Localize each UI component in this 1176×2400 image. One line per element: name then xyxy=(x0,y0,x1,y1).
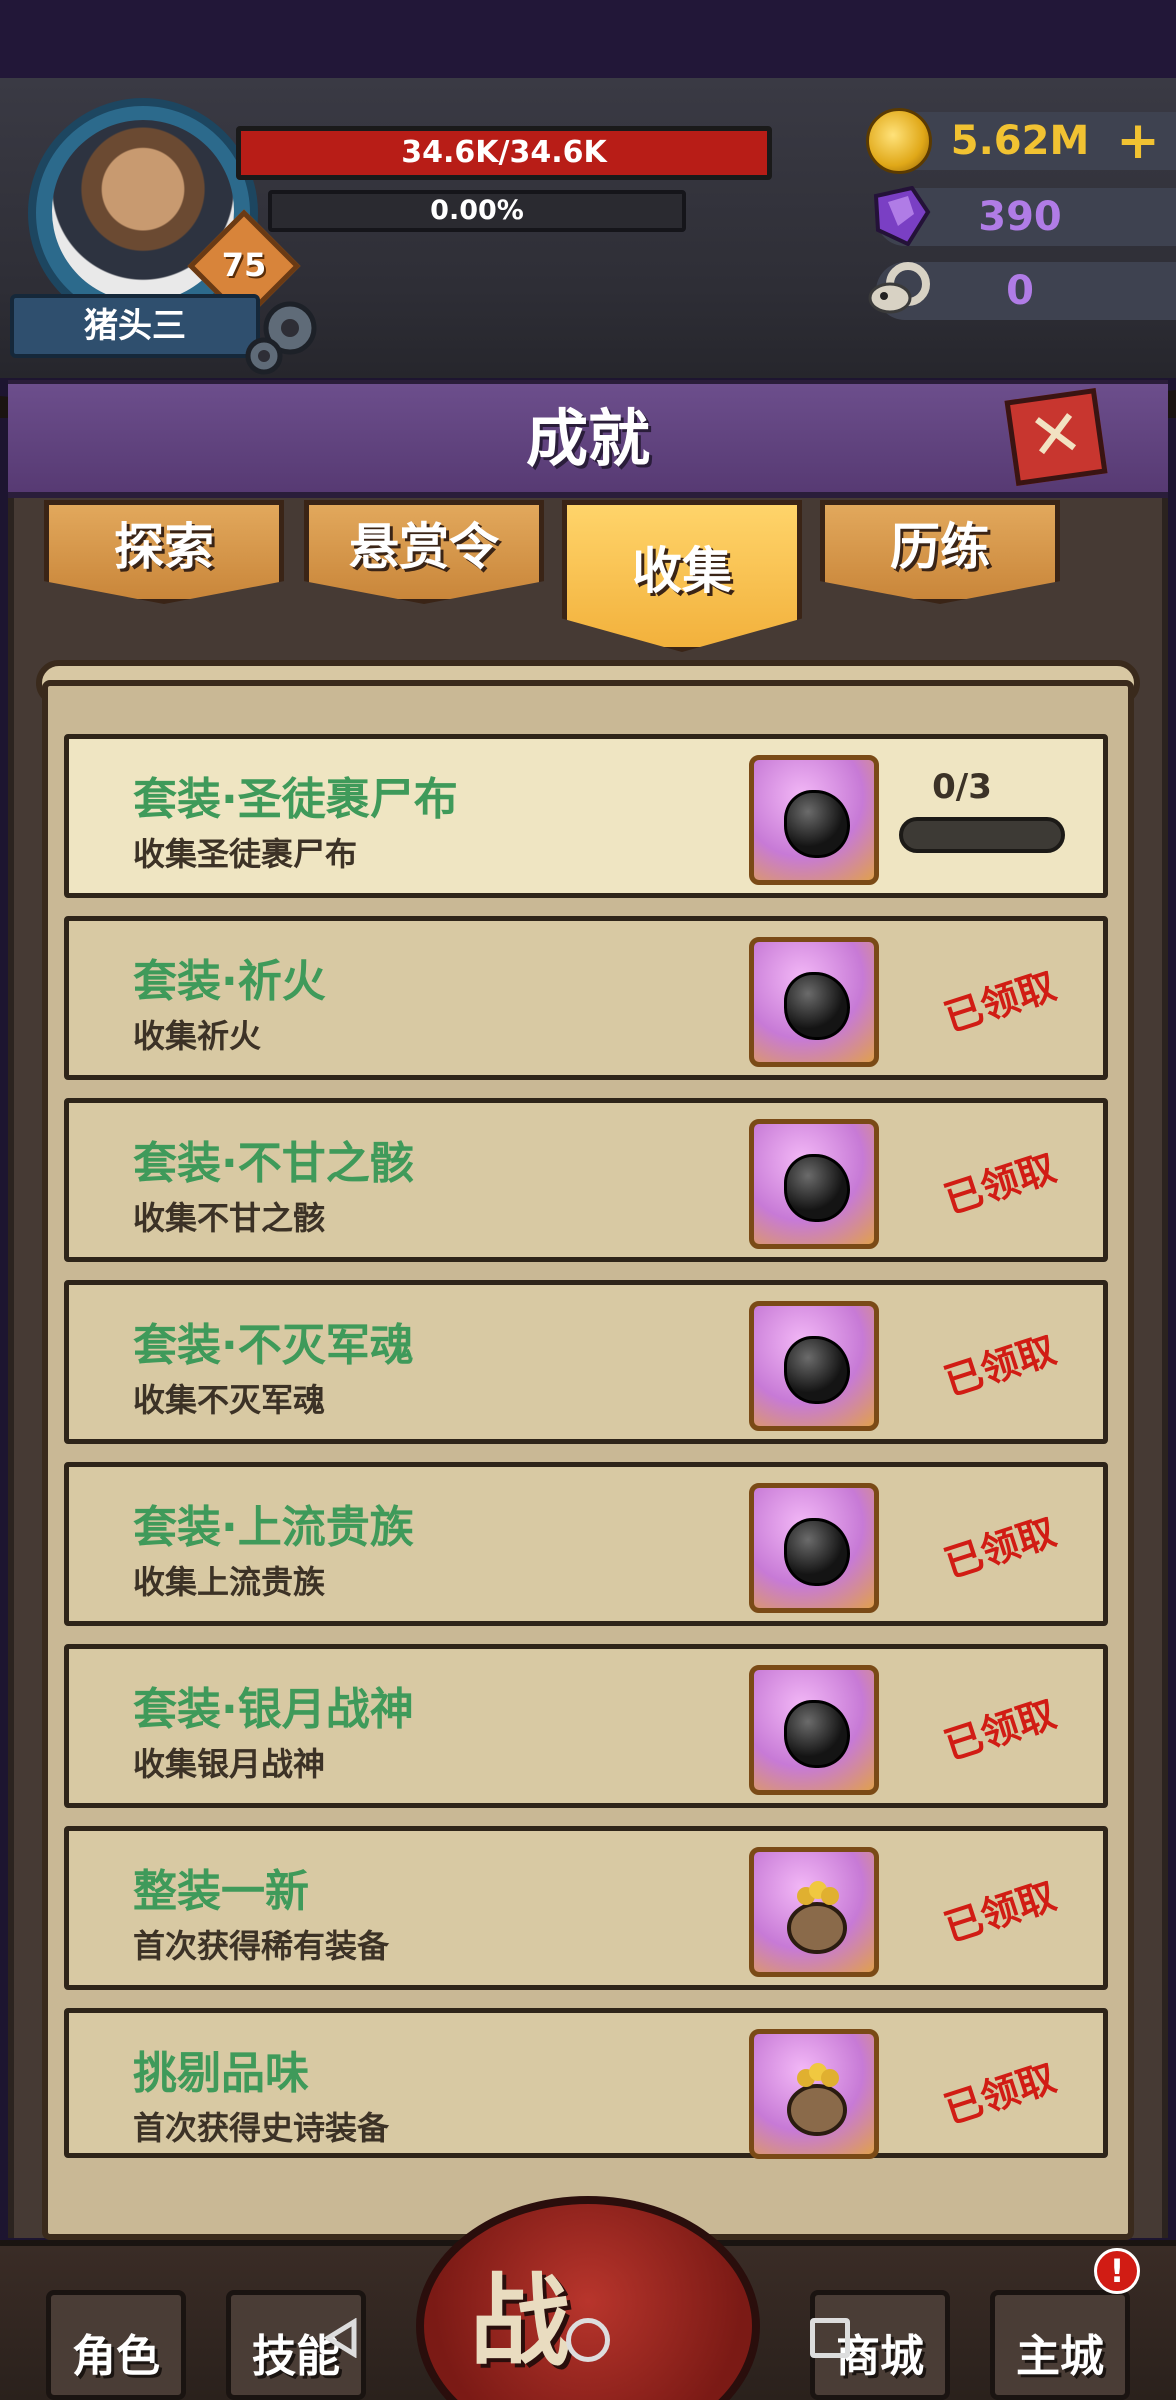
stone-icon xyxy=(784,1154,850,1222)
reward-frame[interactable] xyxy=(749,1483,879,1613)
hp-bar: 34.6K/34.6K xyxy=(236,126,772,180)
achievement-desc: 收集不灭军魂 xyxy=(133,1381,326,1419)
gear-icon[interactable] xyxy=(238,290,328,380)
achievement-row[interactable]: 套装·银月战神 收集银月战神 已领取 xyxy=(64,1644,1108,1808)
reward-frame[interactable] xyxy=(749,1665,879,1795)
coin-bag-icon xyxy=(787,1881,847,1954)
recent-apps-icon[interactable] xyxy=(810,2318,850,2358)
achievement-desc: 收集不甘之骸 xyxy=(133,1199,326,1237)
achievement-scroll[interactable] xyxy=(42,680,1134,2240)
nav-character-label: 角色 xyxy=(72,2331,160,2382)
stone-icon xyxy=(784,1518,850,1586)
achievement-desc: 收集上流贵族 xyxy=(133,1563,326,1601)
achievement-title: 挑剔品味 xyxy=(133,2048,309,2099)
coin-bag-icon xyxy=(787,2063,847,2136)
player-name: 猪头三 xyxy=(10,294,260,358)
achievement-title: 套装·不灭军魂 xyxy=(133,1320,414,1371)
progress-bar xyxy=(899,817,1065,853)
stone-icon xyxy=(784,790,850,858)
reward-frame[interactable] xyxy=(749,1847,879,1977)
achievement-row[interactable]: 挑剔品味 首次获得史诗装备 已领取 xyxy=(64,2008,1108,2159)
claimed-stamp: 已领取 xyxy=(939,1509,1062,1587)
achievement-title: 套装·上流贵族 xyxy=(133,1502,414,1553)
page-title: 成就 xyxy=(525,402,650,475)
achievement-desc: 收集银月战神 xyxy=(133,1745,326,1783)
home-icon[interactable] xyxy=(566,2318,610,2362)
reward-frame[interactable] xyxy=(749,2029,879,2159)
claimed-stamp: 已领取 xyxy=(939,963,1062,1041)
achievement-title: 套装·祈火 xyxy=(133,956,326,1007)
claimed-stamp: 已领取 xyxy=(939,2055,1062,2133)
claimed-stamp: 已领取 xyxy=(939,1145,1062,1223)
achievement-row[interactable]: 整装一新 首次获得稀有装备 已领取 xyxy=(64,1826,1108,1990)
achievement-title: 套装·银月战神 xyxy=(133,1684,414,1735)
achievement-desc: 收集圣徒裹尸布 xyxy=(133,835,358,873)
achievement-title: 整装一新 xyxy=(133,1866,309,1917)
reward-frame[interactable] xyxy=(749,937,879,1067)
achievement-desc: 首次获得史诗装备 xyxy=(133,2109,390,2147)
claimed-stamp: 已领取 xyxy=(939,1327,1062,1405)
add-gold-button[interactable]: + xyxy=(1110,112,1166,170)
claimed-stamp: 已领取 xyxy=(939,1691,1062,1769)
achievement-title: 套装·圣徒裹尸布 xyxy=(133,774,458,825)
achievement-row[interactable]: 套装·不甘之骸 收集不甘之骸 已领取 xyxy=(64,1098,1108,1262)
achievement-row[interactable]: 套装·圣徒裹尸布 收集圣徒裹尸布 0/3 xyxy=(64,734,1108,898)
achievement-title: 套装·不甘之骸 xyxy=(133,1138,414,1189)
achievement-row[interactable]: 套装·不灭军魂 收集不灭军魂 已领取 xyxy=(64,1280,1108,1444)
achievement-row[interactable]: 套装·祈火 收集祈火 已领取 xyxy=(64,916,1108,1080)
reward-frame[interactable] xyxy=(749,755,879,885)
stone-icon xyxy=(784,972,850,1040)
stone-icon xyxy=(784,1336,850,1404)
claimed-stamp: 已领取 xyxy=(939,1873,1062,1951)
close-button[interactable]: ✕ xyxy=(1004,388,1108,486)
reward-frame[interactable] xyxy=(749,1301,879,1431)
xp-bar: 0.00% xyxy=(268,190,686,232)
reward-frame[interactable] xyxy=(749,1119,879,1249)
nav-city-label: 主城 xyxy=(1016,2331,1104,2382)
level-value: 75 xyxy=(221,246,267,284)
progress-label: 0/3 xyxy=(932,767,992,807)
achievement-desc: 收集祈火 xyxy=(133,1017,262,1055)
skull-value: 0 xyxy=(1006,268,1034,314)
back-icon[interactable] xyxy=(322,2318,362,2358)
stone-icon xyxy=(784,1700,850,1768)
gem-value: 390 xyxy=(978,194,1062,240)
status-bar xyxy=(0,0,1176,78)
achievement-desc: 首次获得稀有装备 xyxy=(133,1927,390,1965)
achievement-row[interactable]: 套装·上流贵族 收集上流贵族 已领取 xyxy=(64,1462,1108,1626)
alert-badge: ! xyxy=(1094,2248,1140,2294)
